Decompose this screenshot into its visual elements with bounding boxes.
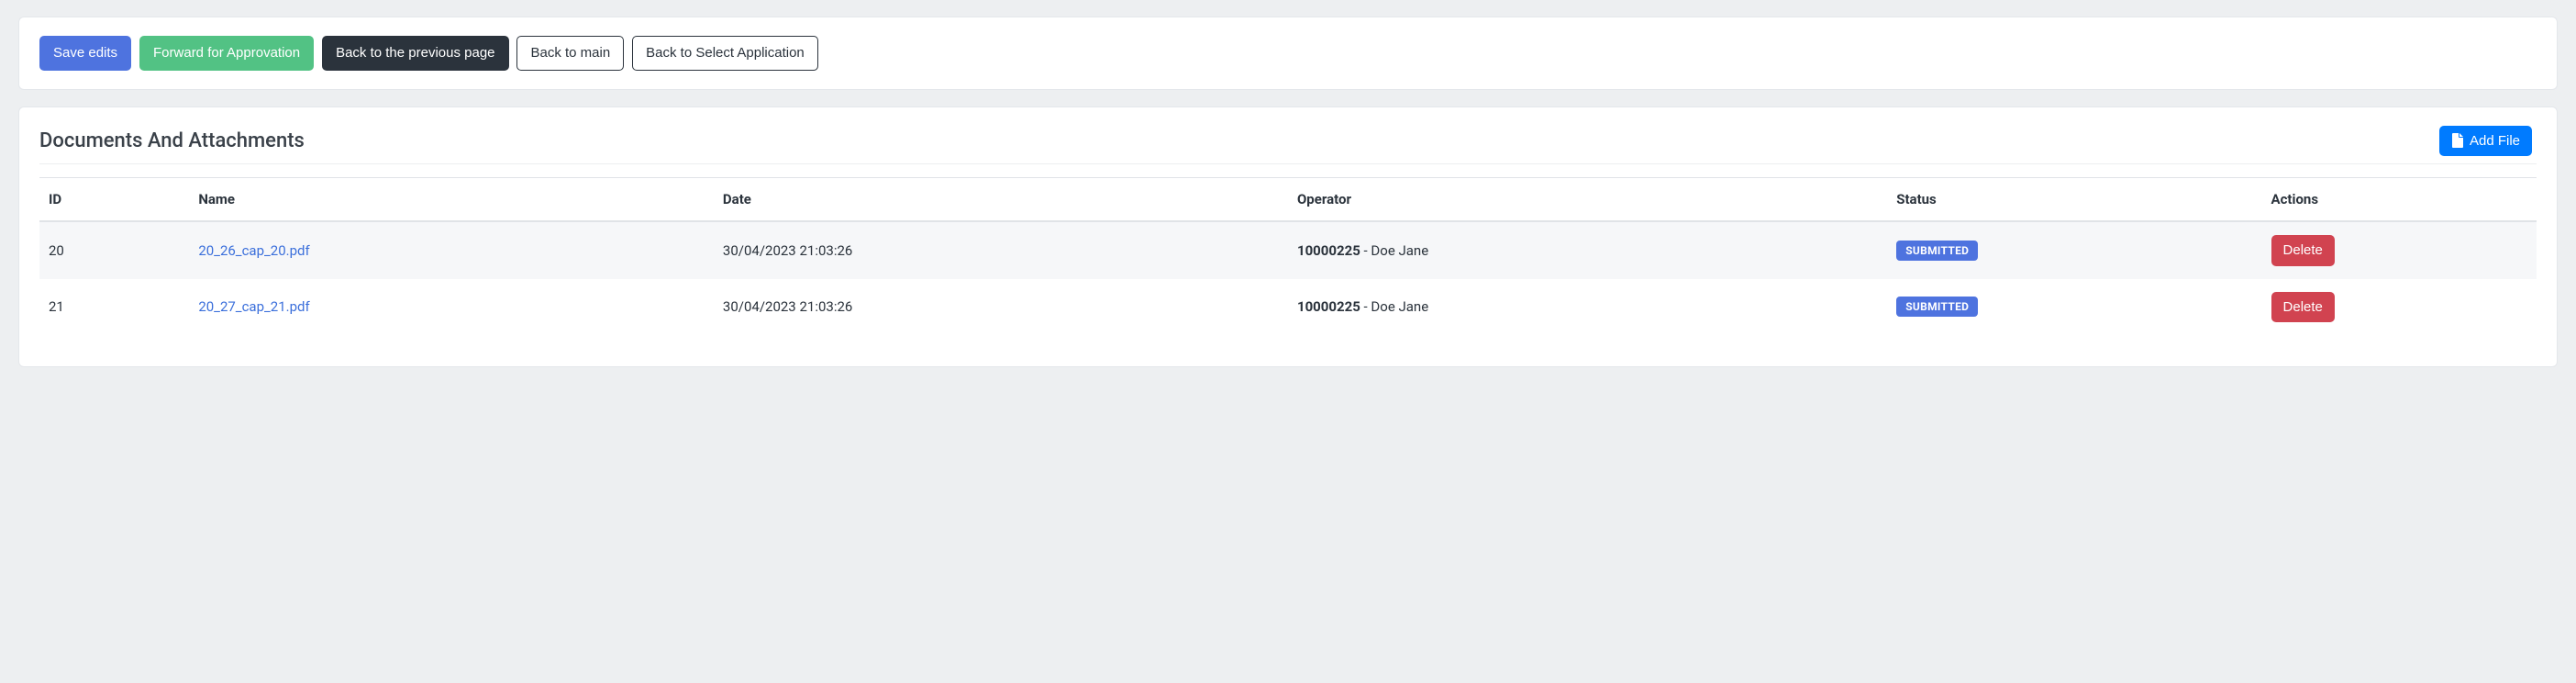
operator-sep: - — [1360, 298, 1371, 315]
back-main-button[interactable]: Back to main — [516, 36, 624, 71]
forward-approvation-label: Forward for Approvation — [153, 45, 300, 61]
file-link[interactable]: 20_27_cap_21.pdf — [198, 298, 309, 315]
toolbar-card: Save edits Forward for Approvation Back … — [18, 17, 2558, 90]
col-actions: Actions — [2262, 178, 2537, 222]
cell-id: 20 — [39, 221, 189, 279]
table-row: 20 20_26_cap_20.pdf 30/04/2023 21:03:26 … — [39, 221, 2537, 279]
cell-date: 30/04/2023 21:03:26 — [714, 279, 1288, 336]
col-name: Name — [189, 178, 714, 222]
status-badge: SUBMITTED — [1896, 297, 1978, 317]
col-status: Status — [1887, 178, 2261, 222]
col-date: Date — [714, 178, 1288, 222]
delete-button[interactable]: Delete — [2271, 235, 2335, 266]
back-select-application-label: Back to Select Application — [646, 45, 805, 61]
documents-table: ID Name Date Operator Status Actions 20 … — [39, 177, 2537, 335]
operator-name: Doe Jane — [1371, 298, 1428, 315]
back-main-label: Back to main — [530, 45, 610, 61]
operator-sep: - — [1360, 242, 1371, 259]
back-select-application-button[interactable]: Back to Select Application — [632, 36, 818, 71]
save-edits-button[interactable]: Save edits — [39, 36, 131, 71]
file-icon — [2451, 133, 2464, 148]
back-previous-page-button[interactable]: Back to the previous page — [322, 36, 508, 71]
delete-button[interactable]: Delete — [2271, 292, 2335, 323]
operator-code: 10000225 — [1297, 242, 1360, 259]
add-file-label: Add File — [2470, 132, 2520, 151]
documents-card: Documents And Attachments Add File ID Na… — [18, 106, 2558, 368]
col-operator: Operator — [1288, 178, 1887, 222]
section-title: Documents And Attachments — [39, 129, 305, 152]
file-link[interactable]: 20_26_cap_20.pdf — [198, 242, 309, 259]
cell-operator: 10000225 - Doe Jane — [1288, 221, 1887, 279]
add-file-button[interactable]: Add File — [2439, 126, 2532, 157]
cell-operator: 10000225 - Doe Jane — [1288, 279, 1887, 336]
status-badge: SUBMITTED — [1896, 241, 1978, 261]
documents-header: Documents And Attachments Add File — [39, 126, 2537, 165]
operator-code: 10000225 — [1297, 298, 1360, 315]
delete-label: Delete — [2283, 242, 2323, 258]
cell-id: 21 — [39, 279, 189, 336]
save-edits-label: Save edits — [53, 45, 117, 61]
table-row: 21 20_27_cap_21.pdf 30/04/2023 21:03:26 … — [39, 279, 2537, 336]
col-id: ID — [39, 178, 189, 222]
cell-date: 30/04/2023 21:03:26 — [714, 221, 1288, 279]
back-previous-page-label: Back to the previous page — [336, 45, 494, 61]
operator-name: Doe Jane — [1371, 242, 1428, 259]
forward-approvation-button[interactable]: Forward for Approvation — [139, 36, 314, 71]
delete-label: Delete — [2283, 299, 2323, 315]
